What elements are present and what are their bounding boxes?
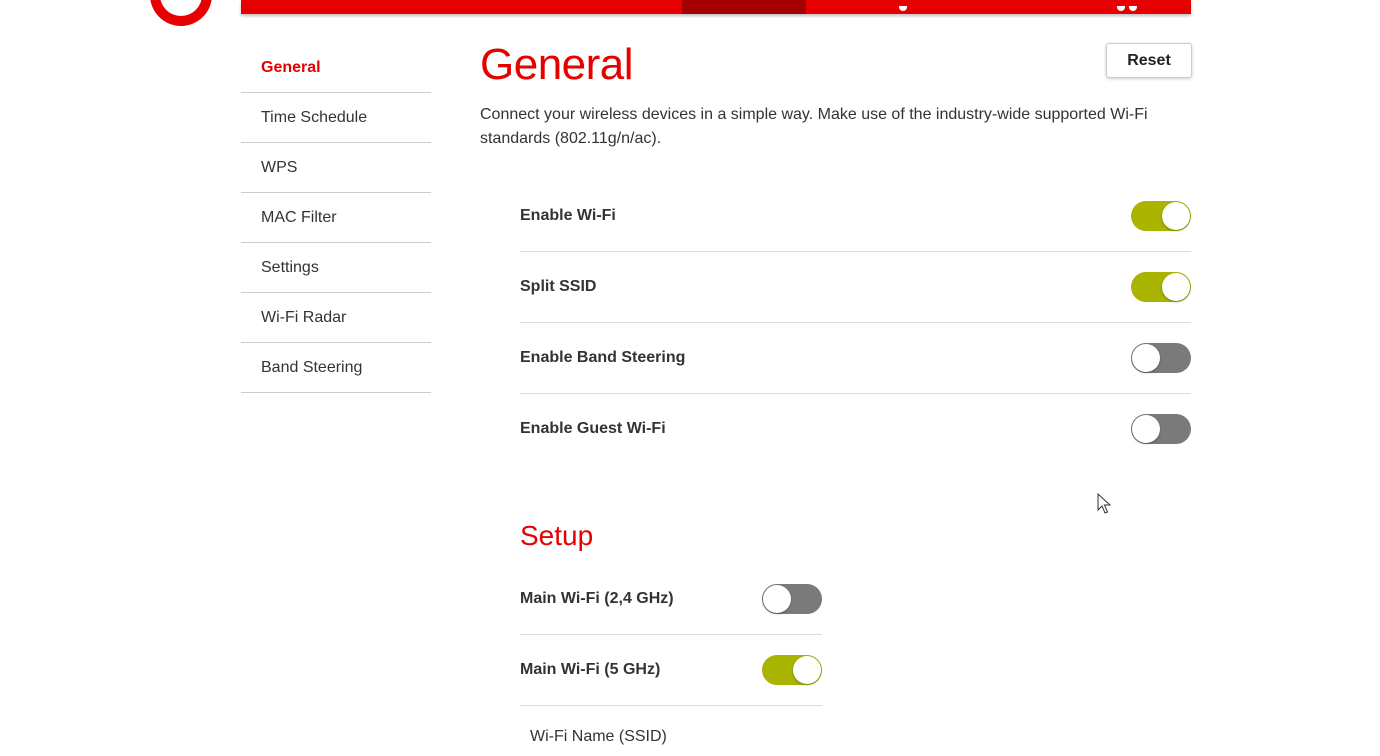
main-wifi-5-row: Main Wi-Fi (5 GHz) [520,635,822,706]
sidebar-nav: General Time Schedule WPS MAC Filter Set… [241,43,431,393]
top-navigation-bar [241,0,1191,14]
main-wifi-24-label: Main Wi-Fi (2,4 GHz) [520,590,674,607]
brand-logo-icon[interactable] [150,0,212,26]
main-wifi-24-row: Main Wi-Fi (2,4 GHz) [520,564,822,635]
general-toggle-list: Enable Wi-Fi Split SSID Enable Band Stee… [520,181,1191,464]
toggle-knob [1132,344,1160,372]
guest-wifi-label: Enable Guest Wi-Fi [520,420,666,437]
toggle-knob [763,585,791,613]
sidebar-item-mac-filter[interactable]: MAC Filter [241,193,431,243]
guest-wifi-toggle[interactable] [1131,414,1191,444]
sidebar-item-wifi-radar[interactable]: Wi-Fi Radar [241,293,431,343]
page-title: General [480,40,634,89]
split-ssid-toggle[interactable] [1131,272,1191,302]
enable-wifi-label: Enable Wi-Fi [520,207,616,224]
band-steering-toggle[interactable] [1131,343,1191,373]
wifi-name-label: Wi-Fi Name (SSID) [530,728,667,745]
setup-section-title: Setup [520,520,594,551]
reset-button[interactable]: Reset [1106,43,1192,78]
main-wifi-5-toggle[interactable] [762,655,822,685]
page-description: Connect your wireless devices in a simpl… [480,106,1148,147]
sidebar-item-general[interactable]: General [241,43,431,93]
top-nav-item[interactable] [881,0,921,14]
band-steering-row: Enable Band Steering [520,323,1191,394]
toggle-knob [1132,415,1160,443]
sidebar-item-settings[interactable]: Settings [241,243,431,293]
sidebar-item-wps[interactable]: WPS [241,143,431,193]
enable-wifi-row: Enable Wi-Fi [520,181,1191,252]
main-wifi-24-toggle[interactable] [762,584,822,614]
setup-toggle-list: Main Wi-Fi (2,4 GHz) Main Wi-Fi (5 GHz) [520,564,822,706]
band-steering-label: Enable Band Steering [520,349,686,366]
top-nav-active-tab[interactable] [682,0,806,14]
toggle-knob [1162,273,1190,301]
sidebar-item-time-schedule[interactable]: Time Schedule [241,93,431,143]
main-wifi-5-label: Main Wi-Fi (5 GHz) [520,661,661,678]
toggle-knob [1162,202,1190,230]
top-nav-item[interactable] [1101,0,1151,14]
mouse-cursor-icon [1097,493,1111,514]
sidebar-item-band-steering[interactable]: Band Steering [241,343,431,393]
enable-wifi-toggle[interactable] [1131,201,1191,231]
guest-wifi-row: Enable Guest Wi-Fi [520,394,1191,464]
split-ssid-label: Split SSID [520,278,597,295]
split-ssid-row: Split SSID [520,252,1191,323]
toggle-knob [793,656,821,684]
